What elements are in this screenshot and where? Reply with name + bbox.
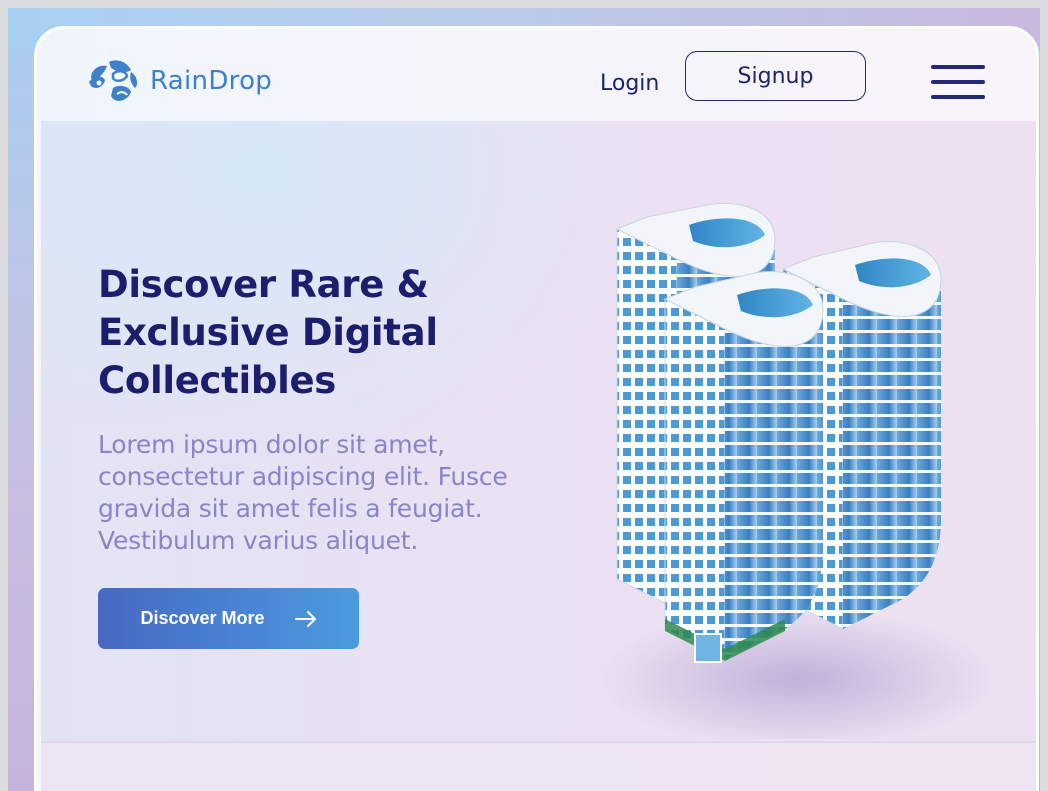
raindrop-logo-icon	[89, 60, 138, 101]
hero-description-line-2: consectetur adipiscing elit. Fusce	[98, 462, 508, 491]
skyscraper-towers-illustration	[597, 202, 997, 739]
hero-title-line-2: Exclusive Digital	[98, 311, 438, 354]
discover-more-label: Discover More	[140, 608, 265, 628]
login-link[interactable]: Login	[600, 71, 659, 96]
hero-description-line-3: gravida sit amet felis a feugiat.	[98, 494, 483, 523]
hamburger-menu-icon[interactable]	[931, 65, 985, 103]
hero-title-line-1: Discover Rare &	[98, 263, 429, 306]
discover-more-button[interactable]: Discover More	[98, 588, 359, 649]
tower-front	[663, 271, 824, 663]
hero-description-line-1: Lorem ipsum dolor sit amet,	[98, 430, 445, 459]
arrow-right-icon	[294, 610, 316, 627]
app-frame: RainDrop Login Signup Discover Rare & Ex…	[8, 8, 1040, 791]
hero-title: Discover Rare & Exclusive Digital Collec…	[98, 261, 558, 405]
hero-title-line-3: Collectibles	[98, 359, 337, 402]
hero-description-line-4: Vestibulum varius aliquet.	[98, 526, 419, 555]
landing-card: RainDrop Login Signup Discover Rare & Ex…	[34, 26, 1039, 791]
hero-description: Lorem ipsum dolor sit amet, consectetur …	[98, 429, 568, 557]
brand-logo[interactable]: RainDrop	[87, 56, 272, 106]
signup-button[interactable]: Signup	[685, 51, 866, 101]
brand-name: RainDrop	[150, 66, 273, 96]
next-section	[41, 743, 1036, 791]
